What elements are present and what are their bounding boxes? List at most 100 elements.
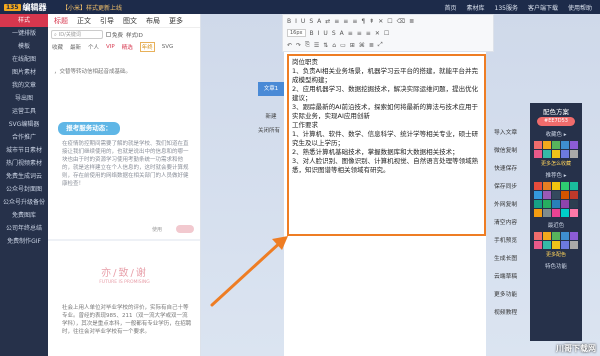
copy-icon[interactable]: ⎘	[305, 41, 310, 49]
topnav-home[interactable]: 首页	[444, 3, 456, 12]
sidebar-item-image-assets[interactable]: 图片素材	[0, 66, 48, 79]
table-icon[interactable]: ⊞	[350, 42, 355, 49]
color-swatch[interactable]	[561, 182, 569, 190]
sidebar-item-my-articles[interactable]: 我的文章	[0, 79, 48, 92]
sidebar-item-backup[interactable]: 公众号升级备份	[0, 196, 48, 209]
undo-icon[interactable]: ↶	[287, 42, 292, 49]
quick-save-button[interactable]: 快速保存	[494, 160, 528, 178]
color-swatch[interactable]	[570, 232, 578, 240]
sidebar-item-online-image[interactable]: 在线配图	[0, 53, 48, 66]
style-preview-paragraph[interactable]: 在疫情防控期间需要了解的就是学校、我们知道在直接让我们继续使用的，也就是说出中的…	[62, 140, 190, 188]
color-swatch[interactable]	[570, 150, 578, 158]
italic-button[interactable]: I	[295, 18, 297, 25]
recommended-colors-label[interactable]: 推荐色 ▸	[530, 171, 582, 179]
strike-button[interactable]: S	[309, 18, 313, 25]
indent-icon[interactable]: ⇞	[369, 18, 374, 25]
color-swatch[interactable]	[561, 241, 569, 249]
style-preview-snippet[interactable]: ，交替等转动信相起音成基础。	[54, 68, 195, 76]
sidebar-item-video-assets[interactable]: 热门视频素材	[0, 157, 48, 170]
subtab-svg[interactable]: SVG	[162, 44, 174, 50]
sidebar-item-year-summary[interactable]: 公司年终总结	[0, 222, 48, 235]
style-preview-text[interactable]: 社会上用人单位对毕业学校的评价，实际有自己十等专业。曾经的表现985、211（双…	[62, 304, 192, 336]
subtab-latest[interactable]: 最新	[70, 43, 81, 51]
tab-guide[interactable]: 引导	[100, 16, 114, 26]
rectangle-icon[interactable]: ▭	[340, 42, 346, 49]
color-swatch[interactable]	[561, 191, 569, 199]
sidebar-item-styles[interactable]: 样式	[0, 14, 48, 27]
color-swatch[interactable]	[543, 200, 551, 208]
expand-icon[interactable]: ⤢	[378, 41, 383, 49]
underline-2-button[interactable]: U	[323, 30, 327, 37]
sort-icon[interactable]: ⇅	[323, 42, 328, 49]
sidebar-item-festival-assets[interactable]: 城市节日素材	[0, 144, 48, 157]
close-all-button[interactable]: 关闭所有	[252, 126, 286, 134]
highlighted-content[interactable]: 岗位职责 1、负责AI相关业务场景，机器学习云平台的搭建，就能平台并完成模型构建…	[287, 54, 486, 236]
frame-icon[interactable]: ☐	[384, 30, 389, 37]
import-article-button[interactable]: 导入文章	[494, 124, 528, 142]
bold-button[interactable]: B	[287, 18, 291, 25]
sidebar-item-cover-image[interactable]: 公众号封面图	[0, 183, 48, 196]
color-swatch[interactable]	[552, 200, 560, 208]
favorite-help-link[interactable]: 更多怎么收藏	[530, 160, 582, 167]
save-sync-button[interactable]: 保存同步	[494, 178, 528, 196]
home-icon[interactable]: ⌂	[332, 42, 336, 49]
app-logo[interactable]: 135 编辑器	[4, 2, 47, 13]
color-swatch[interactable]	[534, 182, 542, 190]
swap-icon[interactable]: ⇄	[325, 18, 330, 25]
tab-body[interactable]: 正文	[77, 16, 91, 26]
clear-content-button[interactable]: 清空内容	[494, 214, 528, 232]
more-colors-link[interactable]: 更多配色	[530, 251, 582, 258]
bold-2-button[interactable]: B	[310, 30, 314, 37]
announcement-link[interactable]: 【小米】样式更新上线	[62, 3, 122, 12]
color-swatch[interactable]	[552, 141, 560, 149]
color-swatch[interactable]	[543, 241, 551, 249]
subtab-featured[interactable]: 精选	[122, 43, 133, 51]
article-tab[interactable]: 文章1	[258, 82, 284, 96]
color-swatch[interactable]	[570, 191, 578, 199]
align-left-icon[interactable]: ≡	[334, 18, 339, 25]
subtab-vip[interactable]: VIP	[106, 44, 115, 50]
color-swatch[interactable]	[552, 191, 560, 199]
color-swatch[interactable]	[570, 200, 578, 208]
redo-icon[interactable]: ↷	[296, 42, 301, 49]
subtab-personal[interactable]: 个人	[88, 43, 99, 51]
search-input[interactable]: ⌕ ID/关键词	[51, 30, 103, 39]
color-swatch[interactable]	[543, 182, 551, 190]
new-article-button[interactable]: 新建	[258, 112, 284, 120]
color-swatch[interactable]	[561, 209, 569, 217]
color-swatch[interactable]	[543, 150, 551, 158]
paragraph-icon[interactable]: ¶	[361, 18, 365, 25]
color-swatch[interactable]	[543, 191, 551, 199]
font-size-select[interactable]: 16px	[287, 29, 306, 37]
color-swatch[interactable]	[561, 200, 569, 208]
color-swatch[interactable]	[534, 150, 542, 158]
color-swatch[interactable]	[552, 232, 560, 240]
color-swatch[interactable]	[543, 209, 551, 217]
favorite-button[interactable]	[176, 225, 194, 233]
color-swatch[interactable]	[570, 182, 578, 190]
current-color-pill[interactable]: #EE7D53	[537, 117, 575, 126]
tab-layout[interactable]: 布局	[146, 16, 160, 26]
sidebar-item-word-cloud[interactable]: 免费生成词云	[0, 170, 48, 183]
topnav-library[interactable]: 素材库	[467, 3, 485, 12]
clear-format-icon[interactable]: ✕	[378, 18, 383, 25]
sidebar-item-export-image[interactable]: 导出图	[0, 92, 48, 105]
style-preview-badge[interactable]: 报考服务动态：	[58, 122, 120, 135]
style-id-filter[interactable]: 样式ID	[126, 31, 143, 39]
color-swatch[interactable]	[570, 209, 578, 217]
color-swatch[interactable]	[534, 241, 542, 249]
tab-more[interactable]: 更多	[169, 16, 183, 26]
color-swatch[interactable]	[543, 141, 551, 149]
menu-icon[interactable]: ☰	[314, 42, 319, 49]
font-color-button[interactable]: A	[317, 18, 321, 25]
align-right-icon[interactable]: ≡	[352, 18, 357, 25]
sidebar-item-ops-tools[interactable]: 运营工具	[0, 105, 48, 118]
color-swatch[interactable]	[570, 141, 578, 149]
list-icon[interactable]: ≣	[409, 18, 414, 25]
command-icon[interactable]: ⌘	[359, 42, 365, 49]
sidebar-item-templates[interactable]: 模板	[0, 40, 48, 53]
color-swatch[interactable]	[552, 150, 560, 158]
underline-button[interactable]: U	[301, 18, 305, 25]
color-swatch[interactable]	[561, 232, 569, 240]
line-height-icon[interactable]: ≡	[357, 30, 362, 37]
